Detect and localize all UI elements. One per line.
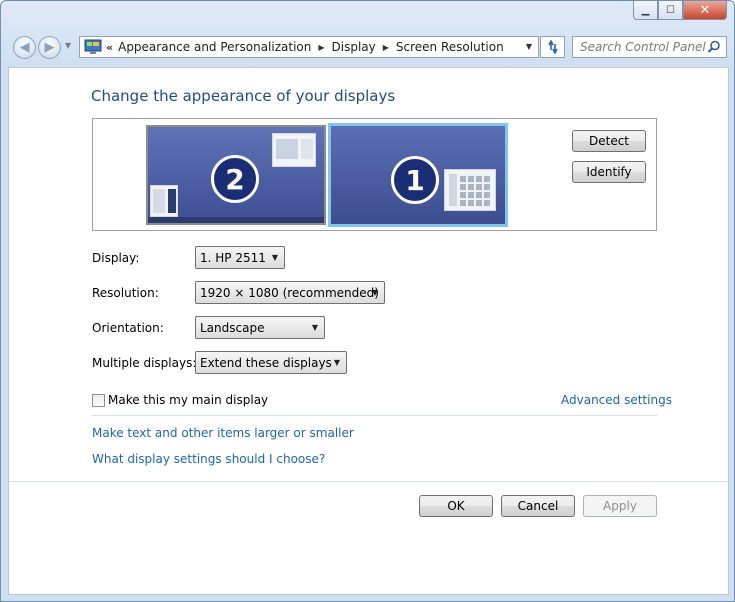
minimize-button[interactable]: ▁: [633, 1, 658, 20]
divider: [9, 481, 728, 482]
divider: [92, 415, 657, 416]
close-icon: ✕: [699, 2, 711, 18]
breadcrumb-overflow-icon[interactable]: «: [106, 41, 113, 54]
page-title: Change the appearance of your displays: [91, 87, 396, 105]
cancel-button[interactable]: Cancel: [501, 495, 575, 517]
breadcrumb-separator-icon[interactable]: ▶: [318, 43, 324, 52]
main-display-label[interactable]: Make this my main display: [108, 393, 268, 407]
screen-resolution-window: ▁ ☐ ✕ ◀ ▶ ▼ « Appearance and Personaliza…: [0, 0, 735, 602]
control-panel-icon: [84, 39, 102, 54]
search-input[interactable]: [573, 37, 708, 57]
apply-button[interactable]: Apply: [583, 495, 657, 517]
identify-button[interactable]: Identify: [572, 161, 646, 183]
address-dropdown-icon[interactable]: ▼: [526, 42, 532, 51]
search-box: [572, 36, 727, 58]
dropdown-arrow-icon: ▼: [271, 253, 278, 262]
dropdown-arrow-icon: ▼: [371, 288, 378, 297]
resolution-select-value: 1920 × 1080 (recommended): [200, 285, 379, 300]
detect-button[interactable]: Detect: [572, 130, 646, 152]
orientation-select-value: Landscape: [200, 320, 265, 335]
forward-arrow-icon: ▶: [44, 40, 55, 55]
display-help-link[interactable]: What display settings should I choose?: [92, 452, 325, 466]
monitor-1[interactable]: 1: [328, 123, 508, 227]
breadcrumb-item-display[interactable]: Display: [332, 40, 376, 54]
ok-button[interactable]: OK: [419, 495, 493, 517]
search-icon[interactable]: [707, 40, 721, 54]
orientation-label: Orientation:: [92, 321, 164, 335]
multiple-displays-select-value: Extend these displays: [200, 355, 332, 370]
refresh-icon: [547, 40, 558, 54]
content-pane: Change the appearance of your displays 2…: [8, 67, 729, 595]
mini-window-icon: [444, 169, 496, 211]
caption-buttons: ▁ ☐ ✕: [633, 1, 727, 20]
multiple-displays-label: Multiple displays:: [92, 356, 197, 370]
multiple-displays-select[interactable]: Extend these displays ▼: [195, 351, 347, 374]
monitor-2[interactable]: 2: [146, 125, 326, 225]
resolution-select[interactable]: 1920 × 1080 (recommended) ▼: [195, 281, 385, 304]
resolution-label: Resolution:: [92, 286, 159, 300]
mini-window-icon: [272, 133, 316, 167]
back-button[interactable]: ◀: [13, 36, 36, 59]
display-select-value: 1. HP 2511: [200, 250, 266, 265]
dropdown-arrow-icon: ▼: [311, 323, 318, 332]
close-button[interactable]: ✕: [683, 1, 727, 20]
breadcrumb-separator-icon[interactable]: ▶: [383, 43, 389, 52]
recent-pages-dropdown[interactable]: ▼: [65, 41, 71, 50]
display-label: Display:: [92, 251, 140, 265]
orientation-select[interactable]: Landscape ▼: [195, 316, 325, 339]
address-bar[interactable]: « Appearance and Personalization ▶ Displ…: [79, 36, 539, 58]
text-size-link[interactable]: Make text and other items larger or smal…: [92, 426, 354, 440]
maximize-icon: ☐: [666, 4, 675, 16]
dropdown-arrow-icon: ▼: [333, 358, 340, 367]
forward-button[interactable]: ▶: [38, 36, 61, 59]
monitor-number-badge: 1: [391, 156, 439, 204]
main-display-checkbox[interactable]: [92, 394, 105, 407]
display-arrangement-area: 2 1 Detect Identify: [92, 118, 657, 231]
breadcrumb-item-screen-resolution[interactable]: Screen Resolution: [396, 40, 504, 54]
monitor-number-badge: 2: [211, 155, 259, 203]
maximize-button[interactable]: ☐: [658, 1, 683, 20]
minimize-icon: ▁: [641, 4, 650, 16]
mini-taskbar: [148, 217, 324, 223]
display-select[interactable]: 1. HP 2511 ▼: [195, 246, 285, 269]
mini-window-icon: [150, 185, 178, 217]
refresh-button[interactable]: [540, 36, 565, 58]
back-arrow-icon: ◀: [19, 40, 30, 55]
advanced-settings-link[interactable]: Advanced settings: [561, 393, 672, 407]
breadcrumb-item-appearance[interactable]: Appearance and Personalization: [118, 40, 311, 54]
